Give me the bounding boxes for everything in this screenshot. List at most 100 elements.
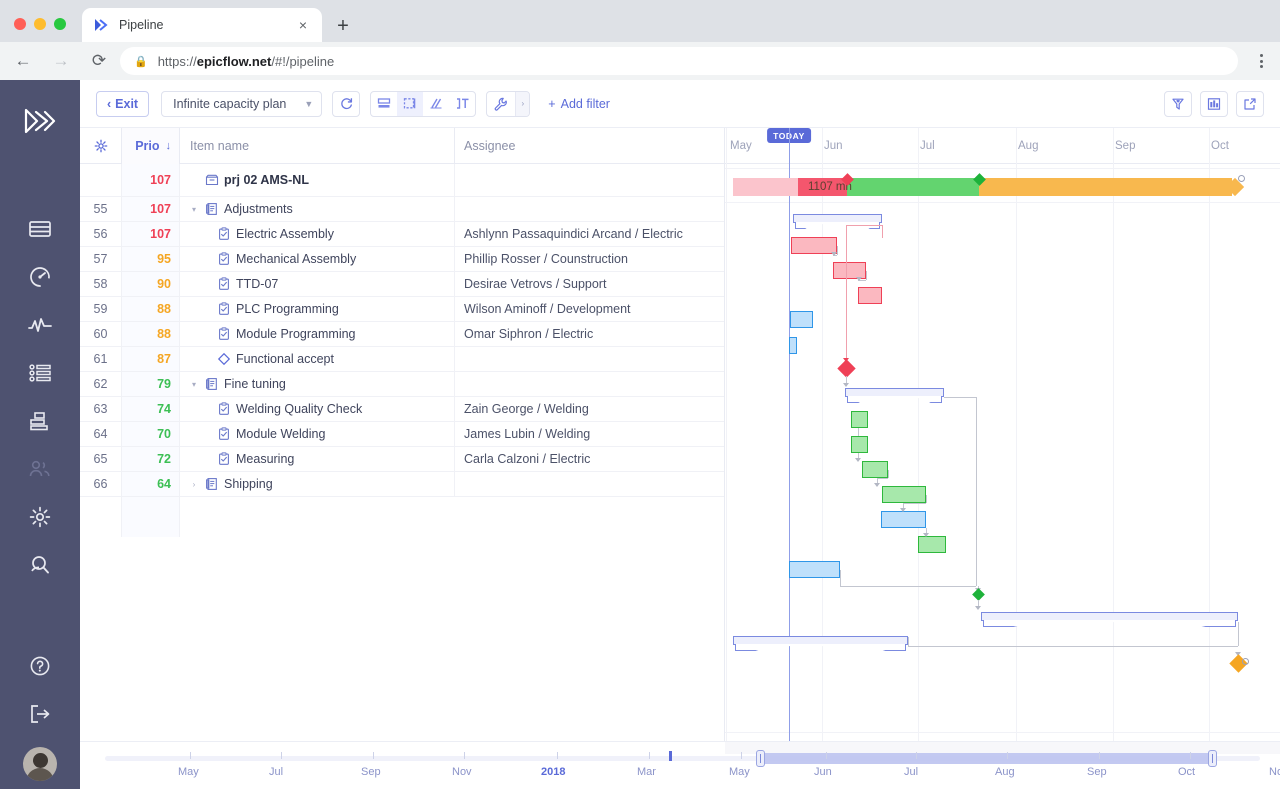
table-row[interactable]: 61 87 Functional accept (80, 347, 724, 372)
row-item-name-cell[interactable]: › Shipping (179, 472, 454, 496)
select-box-icon[interactable] (397, 91, 424, 116)
gantt-task-bar[interactable] (851, 436, 868, 453)
maximize-window-button[interactable] (54, 18, 66, 30)
row-item-name-cell[interactable]: Module Welding (179, 422, 454, 446)
row-assignee[interactable]: Omar Siphron / Electric (454, 322, 724, 346)
row-item-name-cell[interactable]: ▾ Adjustments (179, 197, 454, 221)
gantt-project-segment[interactable] (733, 178, 798, 196)
browser-tab[interactable]: Pipeline × (82, 8, 322, 42)
row-assignee[interactable]: James Lubin / Welding (454, 422, 724, 446)
table-row[interactable]: 63 74 Welding Quality Check Zain George / W… (80, 397, 724, 422)
gantt-summary-bar[interactable] (793, 214, 882, 223)
table-row[interactable]: 55 107 ▾ Adjustments (80, 197, 724, 222)
row-twisty-icon[interactable]: › (188, 480, 200, 489)
gantt-summary-bar[interactable] (981, 612, 1238, 621)
row-twisty-icon[interactable]: ▾ (188, 380, 200, 389)
gantt-plot-area[interactable]: 1107 mh (725, 128, 1280, 741)
row-item-name-cell[interactable]: Module Programming (179, 322, 454, 346)
close-window-button[interactable] (14, 18, 26, 30)
row-assignee[interactable] (454, 347, 724, 371)
text-labels-icon[interactable] (449, 92, 475, 116)
forward-icon[interactable]: → (46, 46, 76, 76)
close-icon[interactable]: × (294, 16, 312, 34)
gantt-task-bar[interactable] (881, 511, 926, 528)
gantt-project-segment[interactable] (979, 178, 1232, 196)
sidebar-item-performance[interactable] (0, 253, 80, 301)
gantt-task-bar[interactable] (851, 411, 868, 428)
row-item-name-cell[interactable]: TTD-07 (179, 272, 454, 296)
exit-button[interactable]: ‹ Exit (96, 90, 150, 117)
row-assignee[interactable] (454, 372, 724, 396)
table-row[interactable]: 107 prj 02 AMS-NL (80, 164, 724, 197)
row-assignee[interactable]: Carla Calzoni / Electric (454, 447, 724, 471)
table-row[interactable]: 56 107 Electric Assembly Ashlynn Passaquind… (80, 222, 724, 247)
logout-icon[interactable] (0, 690, 80, 738)
grid-settings-button[interactable] (80, 128, 121, 164)
add-filter-button[interactable]: + Add filter (548, 97, 610, 111)
table-row[interactable]: 62 79 ▾ Fine tuning (80, 372, 724, 397)
row-assignee[interactable]: Desirae Vetrovs / Support (454, 272, 724, 296)
scrubber-handle-right[interactable] (1208, 750, 1217, 767)
table-row[interactable]: 65 72 Measuring Carla Calzoni / Electric (80, 447, 724, 472)
row-twisty-icon[interactable]: ▾ (188, 205, 200, 214)
gantt-task-bar[interactable] (882, 486, 926, 503)
browser-menu-icon[interactable] (1248, 46, 1274, 76)
table-row[interactable]: 59 88 PLC Programming Wilson Aminoff / Deve… (80, 297, 724, 322)
sidebar-item-analytics[interactable] (0, 301, 80, 349)
row-item-name-cell[interactable]: Electric Assembly (179, 222, 454, 246)
gantt-task-bar[interactable] (790, 311, 813, 328)
scrubber-selection[interactable] (760, 753, 1212, 764)
wrench-icon[interactable] (487, 92, 515, 116)
row-item-name-cell[interactable]: Measuring (179, 447, 454, 471)
row-assignee[interactable]: Ashlynn Passaquindici Arcand / Electric (454, 222, 724, 246)
column-header-item-name[interactable]: Item name (179, 128, 454, 164)
row-item-name-cell[interactable]: Welding Quality Check (179, 397, 454, 421)
capacity-plan-select[interactable]: Infinite capacity plan ▼ (161, 90, 323, 117)
row-assignee[interactable] (454, 164, 724, 196)
row-assignee[interactable] (454, 197, 724, 221)
address-bar[interactable]: 🔒 https://epicflow.net/#!/pipeline (120, 47, 1238, 75)
minimize-window-button[interactable] (34, 18, 46, 30)
table-row[interactable]: 66 64 › Shipping (80, 472, 724, 497)
scrubber-handle-left[interactable] (756, 750, 765, 767)
row-item-name-cell[interactable]: ▾ Fine tuning (179, 372, 454, 396)
row-assignee[interactable]: Wilson Aminoff / Development (454, 297, 724, 321)
timeline-scrubber[interactable]: May Jul Sep Nov 2018 Mar May Jun Jul Aug Sep Oct Nov (80, 741, 1280, 789)
app-logo-icon[interactable] (0, 100, 80, 142)
gantt-task-bar[interactable] (862, 461, 888, 478)
reload-icon[interactable]: ⟳ (84, 46, 114, 76)
gantt-summary-bar[interactable] (733, 636, 908, 645)
sidebar-item-resources[interactable] (0, 445, 80, 493)
sidebar-item-settings[interactable] (0, 493, 80, 541)
gantt-summary-bar[interactable] (845, 388, 944, 397)
histogram-icon[interactable] (1200, 90, 1228, 117)
gantt-task-bar[interactable] (789, 561, 840, 578)
row-assignee[interactable]: Phillip Rosser / Counstruction (454, 247, 724, 271)
row-assignee[interactable]: Zain George / Welding (454, 397, 724, 421)
sidebar-item-search[interactable] (0, 541, 80, 589)
row-item-name-cell[interactable]: Mechanical Assembly (179, 247, 454, 271)
sidebar-item-dashboard[interactable] (0, 205, 80, 253)
row-assignee[interactable] (454, 472, 724, 496)
gear-icon[interactable] (1242, 658, 1249, 665)
refresh-button[interactable] (332, 90, 361, 117)
column-header-prio[interactable]: Prio ↓ (121, 128, 179, 164)
filter-funnel-icon[interactable] (1164, 90, 1192, 117)
gantt-milestone[interactable] (971, 587, 985, 601)
gantt-task-bar[interactable] (918, 536, 946, 553)
gear-icon[interactable] (1238, 175, 1245, 182)
user-avatar[interactable] (23, 747, 57, 781)
sidebar-item-pipeline[interactable] (0, 397, 80, 445)
table-row[interactable]: 60 88 Module Programming Omar Siphron / Ele… (80, 322, 724, 347)
row-item-name-cell[interactable]: prj 02 AMS-NL (179, 164, 454, 196)
collapse-rows-icon[interactable] (371, 92, 397, 116)
table-row[interactable]: 58 90 TTD-07 Desirae Vetrovs / Support (80, 272, 724, 297)
gantt-milestone[interactable] (836, 358, 856, 378)
gantt-task-bar[interactable] (789, 337, 797, 354)
hatch-pattern-icon[interactable] (423, 92, 449, 116)
row-item-name-cell[interactable]: Functional accept (179, 347, 454, 371)
column-header-assignee[interactable]: Assignee (454, 128, 724, 164)
sidebar-item-tasklist[interactable] (0, 349, 80, 397)
back-icon[interactable]: ← (8, 46, 38, 76)
table-row[interactable]: 57 95 Mechanical Assembly Phillip Rosser / … (80, 247, 724, 272)
